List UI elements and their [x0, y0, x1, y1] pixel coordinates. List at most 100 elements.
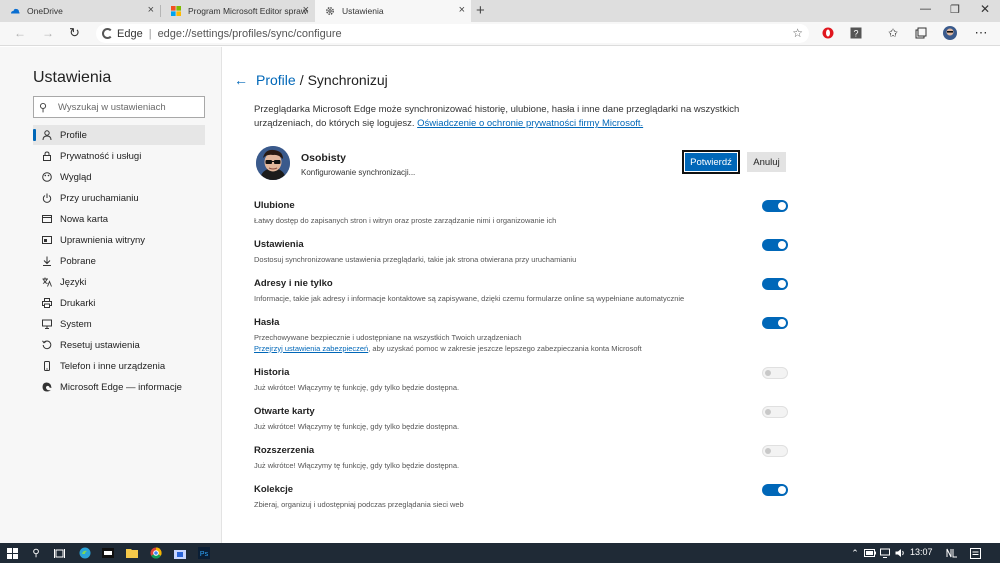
address-separator: |	[148, 27, 152, 40]
phone-icon	[41, 360, 53, 372]
avatar	[256, 146, 290, 180]
keyboard-icon[interactable]	[945, 546, 959, 560]
search-icon[interactable]: ⚲	[29, 546, 43, 560]
toggle-knob	[778, 319, 786, 327]
addresses-toggle[interactable]	[762, 278, 788, 290]
sync-setting-addresses: Adresy i nie tylko Informacje, takie jak…	[254, 278, 794, 305]
toggle-knob	[778, 241, 786, 249]
setting-description: Już wkrótce! Włączymy tę funkcję, gdy ty…	[254, 461, 460, 470]
volume-icon[interactable]	[893, 546, 907, 560]
maximize-icon[interactable]: ❐	[950, 3, 960, 16]
task-view-icon[interactable]	[52, 546, 66, 560]
windows-start-icon[interactable]	[5, 546, 19, 560]
toggle-knob	[765, 448, 771, 454]
sidebar-item-label: Nowa karta	[60, 213, 109, 225]
file-explorer-icon[interactable]	[125, 546, 139, 560]
setting-title: Rozszerzenia	[254, 445, 315, 456]
minimize-icon[interactable]: —	[920, 3, 931, 15]
onedrive-icon	[11, 8, 20, 14]
profile-status: Konfigurowanie synchronizacji...	[301, 168, 416, 177]
photoshop-icon[interactable]: Ps	[197, 546, 211, 560]
sidebar-item-new-tab[interactable]: Nowa karta	[33, 209, 205, 229]
address-url[interactable]: edge://settings/profiles/sync/configure	[158, 28, 342, 40]
sidebar-item-site-permissions[interactable]: Uprawnienia witryny	[33, 230, 205, 250]
forward-arrow-icon[interactable]: →	[42, 26, 54, 40]
sidebar-item-reset[interactable]: Resetuj ustawienia	[33, 335, 205, 355]
power-icon	[41, 192, 53, 204]
sync-setting-passwords: Hasła Przechowywane bezpiecznie i udostę…	[254, 317, 794, 354]
sidebar-item-languages[interactable]: Języki	[33, 272, 205, 292]
profile-avatar-icon[interactable]	[943, 26, 957, 40]
profile-card: Osobisty Konfigurowanie synchronizacji..…	[254, 145, 794, 181]
address-brand: Edge	[117, 27, 143, 40]
more-menu-icon[interactable]: ⋯	[974, 25, 988, 40]
sidebar-item-printers[interactable]: Drukarki	[33, 293, 205, 313]
setting-title: Ustawienia	[254, 239, 304, 250]
sidebar-item-about[interactable]: Microsoft Edge — informacje	[33, 377, 205, 397]
breadcrumb-separator: /	[299, 72, 304, 88]
help-extension-icon[interactable]: ?	[849, 26, 863, 40]
windows-taskbar: ⚲ Ps ⌃ 13:07	[0, 543, 1000, 563]
opera-extension-icon[interactable]	[821, 26, 835, 40]
settings-toggle[interactable]	[762, 239, 788, 251]
chrome-icon[interactable]	[149, 546, 163, 560]
battery-icon[interactable]	[863, 546, 877, 560]
tab-strip: OneDrive × Program Microsoft Editor spra…	[0, 0, 1000, 22]
sidebar-item-startup[interactable]: Przy uruchamianiu	[33, 188, 205, 208]
language-icon	[41, 276, 53, 288]
sidebar-item-appearance[interactable]: Wygląd	[33, 167, 205, 187]
collections-icon[interactable]	[914, 26, 928, 40]
close-icon[interactable]: ×	[303, 5, 309, 16]
system-icon	[41, 318, 53, 330]
store-icon[interactable]	[173, 546, 187, 560]
close-window-icon[interactable]: ✕	[980, 2, 990, 16]
setting-description: Informacje, takie jak adresy i informacj…	[254, 294, 685, 303]
sidebar-item-privacy[interactable]: Prywatność i usługi	[33, 146, 205, 166]
svg-text:Ps: Ps	[200, 551, 209, 558]
sidebar-item-phone[interactable]: Telefon i inne urządzenia	[33, 356, 205, 376]
confirm-button[interactable]: Potwierdź	[682, 150, 740, 174]
refresh-icon[interactable]: ↻	[69, 25, 80, 41]
page-title: Synchronizuj	[307, 72, 388, 88]
toggle-knob	[765, 409, 771, 415]
sync-setting-collections: Kolekcje Zbieraj, organizuj i udostępnia…	[254, 484, 794, 511]
security-settings-link[interactable]: Przejrzyj ustawienia zabezpieczeń	[254, 344, 368, 353]
cancel-button[interactable]: Anuluj	[747, 152, 786, 172]
tab-onedrive[interactable]: OneDrive ×	[0, 0, 160, 22]
tab-ustawienia[interactable]: Ustawienia ×	[315, 0, 471, 22]
edge-taskbar-icon[interactable]	[78, 546, 92, 560]
network-icon[interactable]	[878, 546, 892, 560]
close-icon[interactable]: ×	[148, 5, 154, 16]
tab-microsoft-editor[interactable]: Program Microsoft Editor sprawdzi ×	[161, 0, 315, 22]
palette-icon	[41, 171, 53, 183]
privacy-statement-link[interactable]: Oświadczenie o ochronie prywatności firm…	[417, 118, 643, 129]
toggle-knob	[778, 486, 786, 494]
media-player-icon[interactable]	[101, 546, 115, 560]
close-icon[interactable]: ×	[459, 5, 465, 16]
back-arrow-icon[interactable]: ←	[234, 72, 248, 88]
collections-toggle[interactable]	[762, 484, 788, 496]
toggle-knob	[765, 370, 771, 376]
favorites-icon[interactable]: ✩	[886, 26, 900, 40]
taskbar-clock[interactable]: 13:07	[910, 547, 933, 557]
sidebar-item-profile[interactable]: Profile	[33, 125, 205, 145]
sidebar-item-label: System	[60, 318, 92, 330]
search-input[interactable]: ⚲ Wyszukaj w ustawieniach	[33, 96, 205, 118]
search-icon: ⚲	[39, 101, 48, 114]
sidebar-item-label: Microsoft Edge — informacje	[60, 381, 182, 393]
history-toggle	[762, 367, 788, 379]
favorites-toggle[interactable]	[762, 200, 788, 212]
sidebar-item-system[interactable]: System	[33, 314, 205, 334]
back-arrow-icon[interactable]: ←	[14, 26, 26, 40]
profile-name: Osobisty	[301, 152, 346, 164]
address-bar[interactable]: Edge | edge://settings/profiles/sync/con…	[96, 24, 809, 43]
chevron-up-icon[interactable]: ⌃	[848, 546, 862, 560]
passwords-toggle[interactable]	[762, 317, 788, 329]
sidebar-item-downloads[interactable]: Pobrane	[33, 251, 205, 271]
sidebar-item-label: Drukarki	[60, 297, 96, 309]
breadcrumb: ← Profile / Synchronizuj	[234, 72, 388, 88]
new-tab-button[interactable]: +	[476, 2, 485, 19]
favorite-star-icon[interactable]: ☆	[792, 26, 803, 40]
breadcrumb-profile-link[interactable]: Profile	[256, 72, 296, 88]
notifications-icon[interactable]	[968, 546, 982, 560]
